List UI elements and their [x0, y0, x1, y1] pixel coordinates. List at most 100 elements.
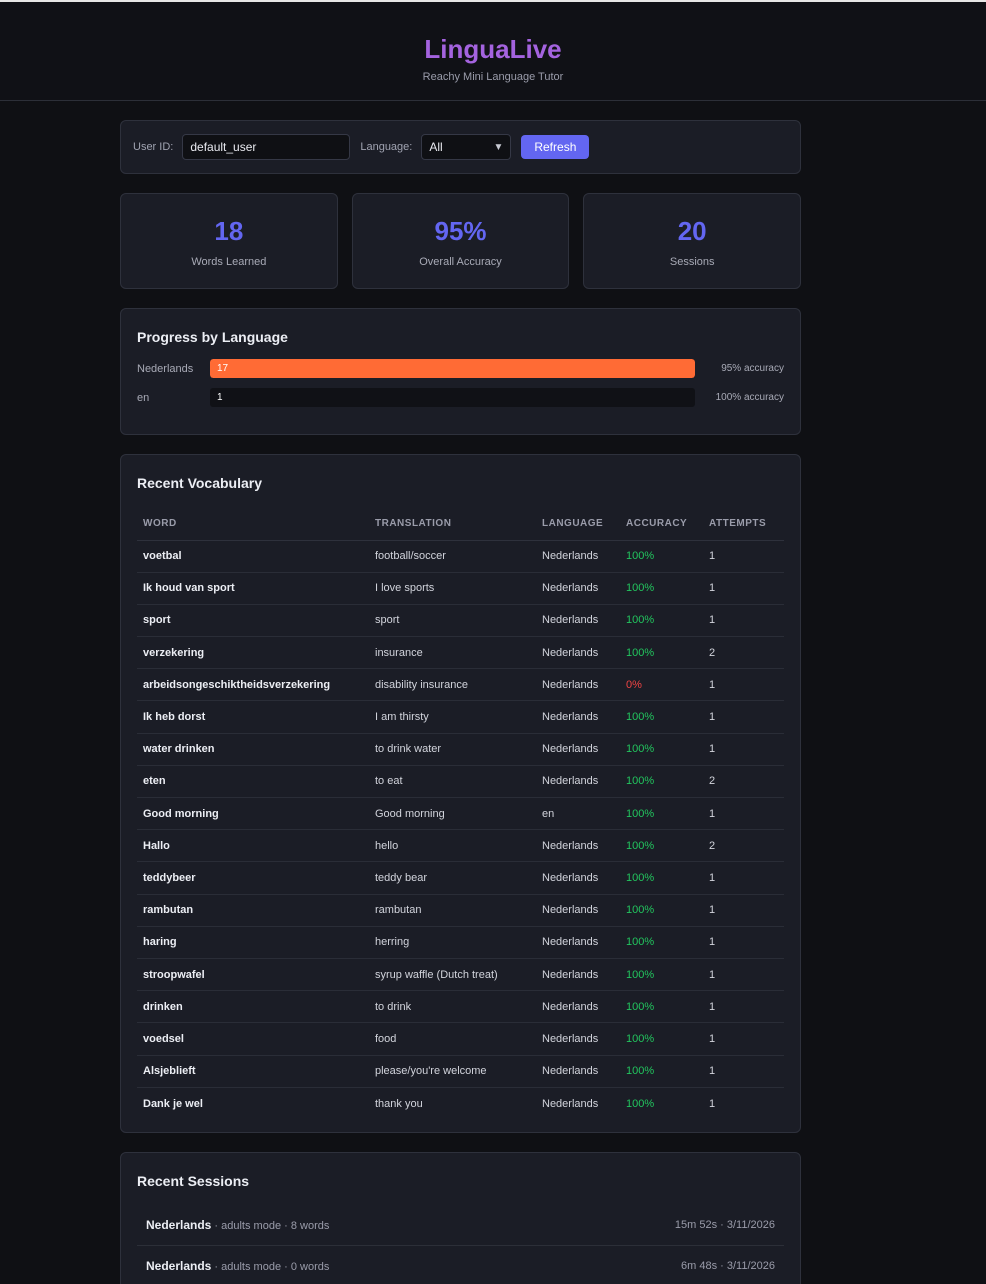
session-meta: · adults mode · 8 words — [211, 1220, 330, 1232]
vocab-translation: insurance — [369, 636, 536, 670]
progress-panel: Progress by Language Nederlands 17 95% a… — [120, 308, 801, 435]
table-row: voetbal football/soccer Nederlands 100% 1 — [137, 540, 784, 573]
vocab-language: Nederlands — [536, 733, 620, 766]
user-id-label: User ID: — [133, 141, 174, 153]
vocab-language: Nederlands — [536, 926, 620, 959]
vocab-translation: to drink water — [369, 733, 536, 766]
vocab-attempts: 1 — [703, 958, 784, 992]
vocab-attempts: 1 — [709, 1097, 716, 1110]
user-id-input[interactable] — [182, 134, 351, 160]
progress-count: 1 — [217, 392, 223, 403]
table-row: Alsjeblieft please/you're welcome Nederlan… — [137, 1055, 784, 1088]
session-duration-date: 6m 48s · 3/11/2026 — [681, 1260, 775, 1272]
vocab-word: voedsel — [137, 1022, 369, 1056]
filter-bar: User ID: Language: All ▼ Refresh — [120, 120, 801, 174]
vocab-attempts: 1 — [703, 540, 784, 573]
vocab-translation: I am thirsty — [369, 700, 536, 734]
vocab-accuracy: 100% — [620, 604, 703, 638]
vocab-attempts: 2 — [703, 829, 784, 863]
progress-track: 17 — [210, 359, 695, 378]
table-row: Good morning Good morning en 100% 1 — [137, 797, 784, 831]
vocab-attempts: 1 — [703, 926, 784, 959]
vocab-translation: football/soccer — [369, 540, 536, 573]
vocab-translation: herring — [369, 926, 536, 959]
vocab-translation: hello — [369, 829, 536, 863]
table-row: water drinken to drink water Nederlands 100… — [137, 733, 784, 766]
vocab-language: Nederlands — [536, 1055, 620, 1088]
table-header-row: WORD TRANSLATION LANGUAGE ACCURACY ATTEM… — [137, 508, 784, 541]
table-row: Ik houd van sport I love sports Nederlands… — [137, 572, 784, 605]
table-row: Ik heb dorst I am thirsty Nederlands 100% 1 — [137, 700, 784, 734]
vocab-word: Ik heb dorst — [137, 700, 369, 734]
vocab-translation: food — [369, 1022, 536, 1056]
vocab-language: en — [536, 797, 620, 831]
chevron-down-icon: ▼ — [493, 141, 504, 153]
vocab-accuracy: 100% — [620, 990, 703, 1024]
vocab-accuracy: 100% — [620, 926, 703, 959]
vocab-language: Nederlands — [536, 540, 620, 573]
stat-label: Overall Accuracy — [419, 256, 502, 268]
column-header-accuracy[interactable]: ACCURACY — [620, 508, 703, 541]
vocab-word: teddybeer — [137, 861, 369, 895]
vocab-word: haring — [137, 926, 369, 959]
session-row[interactable]: Nederlands · adults mode · 8 words 15m 5… — [137, 1205, 784, 1246]
vocab-language: Nederlands — [536, 765, 620, 799]
vocab-accuracy: 100% — [620, 700, 703, 734]
vocab-attempts: 1 — [703, 1055, 784, 1088]
vocab-attempts: 1 — [703, 700, 784, 734]
progress-track: 1 — [210, 388, 695, 407]
vocab-language: Nederlands — [536, 990, 620, 1024]
table-row: voedsel food Nederlands 100% 1 — [137, 1022, 784, 1056]
vocab-word: eten — [137, 765, 369, 799]
column-header-translation[interactable]: TRANSLATION — [369, 508, 536, 541]
vocab-accuracy: 100% — [620, 636, 703, 670]
progress-language: en — [137, 391, 150, 404]
language-select-value: All — [429, 140, 443, 154]
stat-label: Words Learned — [191, 256, 267, 268]
progress-row: Nederlands 17 95% accuracy — [137, 359, 784, 378]
vocab-language: Nederlands — [536, 958, 620, 992]
vocab-accuracy: 100% — [620, 829, 703, 863]
language-select[interactable]: All ▼ — [421, 134, 512, 160]
vocab-attempts: 2 — [703, 636, 784, 670]
column-header-attempts[interactable]: ATTEMPTS — [703, 508, 784, 541]
vocabulary-panel: Recent Vocabulary WORD TRANSLATION LANGU… — [120, 454, 801, 1133]
progress-title: Progress by Language — [137, 329, 288, 345]
session-info: Nederlands · adults mode · 0 words — [146, 1259, 329, 1273]
vocab-language: Nederlands — [542, 1097, 599, 1110]
stat-card-sessions: 20 Sessions — [583, 193, 802, 289]
progress-accuracy: 95% accuracy — [721, 363, 784, 374]
vocab-accuracy: 100% — [620, 572, 703, 605]
column-header-word[interactable]: WORD — [137, 508, 369, 541]
vocab-language: Nederlands — [536, 604, 620, 638]
vocab-attempts: 1 — [703, 668, 784, 702]
session-meta: · adults mode · 0 words — [211, 1261, 330, 1273]
session-duration-date: 15m 52s · 3/11/2026 — [674, 1219, 775, 1231]
vocab-attempts: 1 — [703, 572, 784, 605]
column-header-language[interactable]: LANGUAGE — [536, 508, 620, 541]
vocab-word: Alsjeblieft — [137, 1055, 369, 1088]
table-row: sport sport Nederlands 100% 1 — [137, 604, 784, 638]
vocab-language: Nederlands — [536, 572, 620, 605]
vocab-accuracy: 100% — [620, 861, 703, 895]
vocab-attempts: 1 — [703, 861, 784, 895]
vocab-accuracy: 100% — [620, 797, 703, 831]
session-language: Nederlands — [146, 1259, 212, 1273]
vocab-accuracy: 100% — [620, 958, 703, 992]
vocab-word: verzekering — [137, 636, 369, 670]
progress-accuracy: 100% accuracy — [715, 392, 784, 403]
vocab-word: drinken — [137, 990, 369, 1024]
vocab-language: Nederlands — [536, 861, 620, 895]
vocab-language: Nederlands — [536, 700, 620, 734]
app-subtitle: Reachy Mini Language Tutor — [422, 71, 564, 83]
session-info: Nederlands · adults mode · 8 words — [146, 1218, 329, 1232]
vocabulary-rows: voetbal football/soccer Nederlands 100% 1 Ik … — [137, 540, 784, 1119]
vocab-translation: sport — [369, 604, 536, 638]
table-row: eten to eat Nederlands 100% 2 — [137, 765, 784, 799]
session-row[interactable]: Nederlands · adults mode · 0 words 6m 48… — [137, 1246, 784, 1284]
progress-language: Nederlands — [137, 362, 194, 375]
refresh-button[interactable]: Refresh — [521, 135, 590, 159]
vocab-accuracy: 100% — [620, 540, 703, 573]
vocab-word: rambutan — [137, 894, 369, 927]
vocab-accuracy: 100% — [620, 765, 703, 799]
